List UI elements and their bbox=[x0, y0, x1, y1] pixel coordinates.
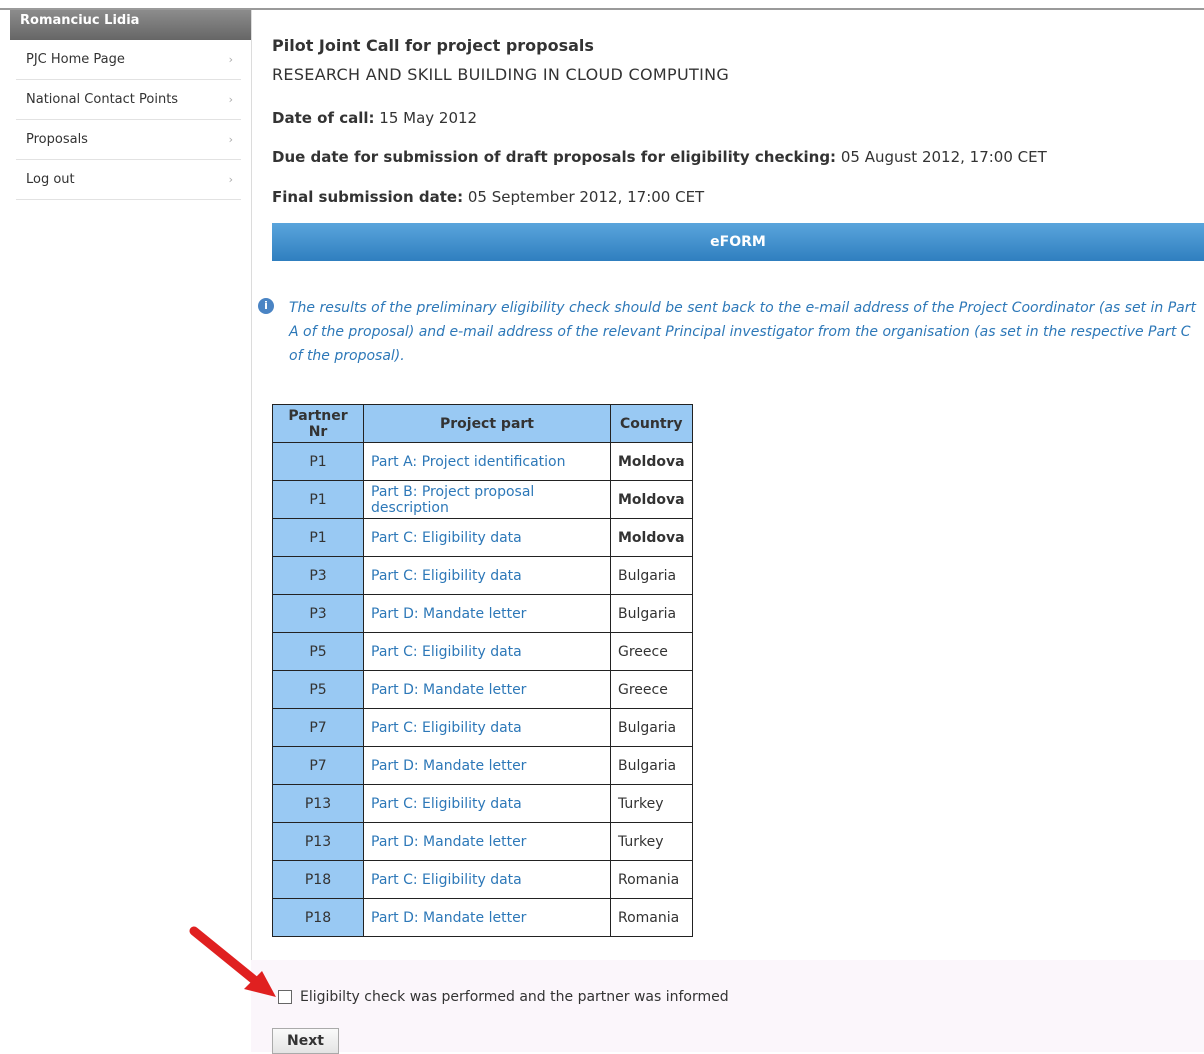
partner-nr-cell: P1 bbox=[272, 480, 364, 519]
sidebar-item-national-contact-points[interactable]: National Contact Points › bbox=[16, 80, 241, 120]
project-part-link[interactable]: Part C: Eligibility data bbox=[371, 872, 522, 888]
country-cell: Bulgaria bbox=[610, 556, 693, 595]
table-row: P13 Part D: Mandate letter Turkey bbox=[272, 822, 693, 861]
partner-nr-cell: P18 bbox=[272, 898, 364, 937]
partner-nr-cell: P18 bbox=[272, 860, 364, 899]
country-cell: Bulgaria bbox=[610, 708, 693, 747]
sidebar-item-label: Log out bbox=[26, 172, 75, 187]
partner-nr-cell: P7 bbox=[272, 708, 364, 747]
table-row: P5 Part D: Mandate letter Greece bbox=[272, 670, 693, 709]
eligibility-check-row[interactable]: Eligibilty check was performed and the p… bbox=[278, 989, 729, 1005]
country-cell: Bulgaria bbox=[610, 746, 693, 785]
final-submission-date: Final submission date: 05 September 2012… bbox=[272, 188, 704, 206]
final-date-value: 05 September 2012, 17:00 CET bbox=[467, 188, 705, 206]
partner-nr-cell: P3 bbox=[272, 556, 364, 595]
table-row: P7 Part D: Mandate letter Bulgaria bbox=[272, 746, 693, 785]
table-row: P18 Part D: Mandate letter Romania bbox=[272, 898, 693, 937]
chevron-right-icon: › bbox=[228, 133, 233, 146]
country-cell: Turkey bbox=[610, 822, 693, 861]
partner-nr-cell: P5 bbox=[272, 670, 364, 709]
project-part-link[interactable]: Part C: Eligibility data bbox=[371, 796, 522, 812]
country-cell: Greece bbox=[610, 632, 693, 671]
next-button[interactable]: Next bbox=[272, 1028, 339, 1054]
sidebar-item-label: PJC Home Page bbox=[26, 52, 125, 67]
sidebar-item-pjc-home-page[interactable]: PJC Home Page › bbox=[16, 40, 241, 80]
project-part-link[interactable]: Part B: Project proposal description bbox=[371, 484, 534, 516]
table-row: P1 Part B: Project proposal description … bbox=[272, 480, 693, 519]
column-header-project-part: Project part bbox=[363, 404, 611, 443]
country-cell: Romania bbox=[610, 860, 693, 899]
project-part-link[interactable]: Part D: Mandate letter bbox=[371, 606, 526, 622]
chevron-right-icon: › bbox=[228, 53, 233, 66]
column-header-country: Country bbox=[610, 404, 693, 443]
project-part-link[interactable]: Part A: Project identification bbox=[371, 454, 566, 470]
due-date-value: 05 August 2012, 17:00 CET bbox=[840, 148, 1047, 166]
table-row: P7 Part C: Eligibility data Bulgaria bbox=[272, 708, 693, 747]
info-message: i The results of the preliminary eligibi… bbox=[258, 296, 1204, 368]
country-cell: Romania bbox=[610, 898, 693, 937]
page-subtitle: RESEARCH AND SKILL BUILDING IN CLOUD COM… bbox=[272, 65, 730, 84]
sidebar-nav: PJC Home Page › National Contact Points … bbox=[10, 40, 251, 200]
table-row: P1 Part A: Project identification Moldov… bbox=[272, 442, 693, 481]
sidebar-item-label: National Contact Points bbox=[26, 92, 179, 107]
project-parts-table: Partner Nr Project part Country P1 Part … bbox=[272, 404, 693, 937]
project-part-link[interactable]: Part C: Eligibility data bbox=[371, 530, 522, 546]
eform-header-bar: eFORM bbox=[272, 223, 1204, 261]
table-row: P1 Part C: Eligibility data Moldova bbox=[272, 518, 693, 557]
info-text: The results of the preliminary eligibili… bbox=[289, 300, 1196, 364]
country-cell: Moldova bbox=[610, 480, 693, 519]
form-footer-background bbox=[251, 960, 1204, 1052]
main-content: Pilot Joint Call for project proposals R… bbox=[258, 10, 1204, 937]
due-date-label: Due date for submission of draft proposa… bbox=[272, 148, 837, 166]
table-row: P3 Part D: Mandate letter Bulgaria bbox=[272, 594, 693, 633]
project-part-link[interactable]: Part D: Mandate letter bbox=[371, 682, 526, 698]
partner-nr-cell: P7 bbox=[272, 746, 364, 785]
column-header-partner-nr: Partner Nr bbox=[272, 404, 364, 443]
project-part-link[interactable]: Part D: Mandate letter bbox=[371, 758, 526, 774]
table-row: P3 Part C: Eligibility data Bulgaria bbox=[272, 556, 693, 595]
info-icon: i bbox=[258, 298, 274, 314]
sidebar-item-log-out[interactable]: Log out › bbox=[16, 160, 241, 200]
partner-nr-cell: P1 bbox=[272, 518, 364, 557]
project-part-link[interactable]: Part D: Mandate letter bbox=[371, 910, 526, 926]
partner-nr-cell: P3 bbox=[272, 594, 364, 633]
country-cell: Greece bbox=[610, 670, 693, 709]
sidebar-item-label: Proposals bbox=[26, 132, 88, 147]
date-of-call-label: Date of call: bbox=[272, 109, 375, 127]
final-date-label: Final submission date: bbox=[272, 188, 464, 206]
partner-nr-cell: P13 bbox=[272, 784, 364, 823]
date-of-call: Date of call: 15 May 2012 bbox=[272, 109, 477, 127]
date-of-call-value: 15 May 2012 bbox=[379, 109, 478, 127]
partner-nr-cell: P5 bbox=[272, 632, 364, 671]
page-title: Pilot Joint Call for project proposals bbox=[272, 36, 594, 55]
country-cell: Moldova bbox=[610, 518, 693, 557]
country-cell: Turkey bbox=[610, 784, 693, 823]
country-cell: Moldova bbox=[610, 442, 693, 481]
partner-nr-cell: P13 bbox=[272, 822, 364, 861]
chevron-right-icon: › bbox=[228, 173, 233, 186]
project-part-link[interactable]: Part D: Mandate letter bbox=[371, 834, 526, 850]
table-row: P18 Part C: Eligibility data Romania bbox=[272, 860, 693, 899]
red-arrow-icon bbox=[189, 926, 276, 997]
chevron-right-icon: › bbox=[228, 93, 233, 106]
partner-nr-cell: P1 bbox=[272, 442, 364, 481]
country-cell: Bulgaria bbox=[610, 594, 693, 633]
eligibility-checkbox-label: Eligibilty check was performed and the p… bbox=[300, 989, 729, 1005]
project-part-link[interactable]: Part C: Eligibility data bbox=[371, 568, 522, 584]
table-header-row: Partner Nr Project part Country bbox=[272, 404, 693, 443]
due-date: Due date for submission of draft proposa… bbox=[272, 148, 1047, 166]
table-row: P5 Part C: Eligibility data Greece bbox=[272, 632, 693, 671]
sidebar-user-name: Romanciuc Lidia bbox=[10, 10, 251, 40]
sidebar-item-proposals[interactable]: Proposals › bbox=[16, 120, 241, 160]
eligibility-checkbox[interactable] bbox=[278, 990, 292, 1004]
table-row: P13 Part C: Eligibility data Turkey bbox=[272, 784, 693, 823]
project-part-link[interactable]: Part C: Eligibility data bbox=[371, 644, 522, 660]
top-border bbox=[0, 0, 1204, 10]
sidebar: Romanciuc Lidia PJC Home Page › National… bbox=[10, 10, 252, 1052]
project-part-link[interactable]: Part C: Eligibility data bbox=[371, 720, 522, 736]
